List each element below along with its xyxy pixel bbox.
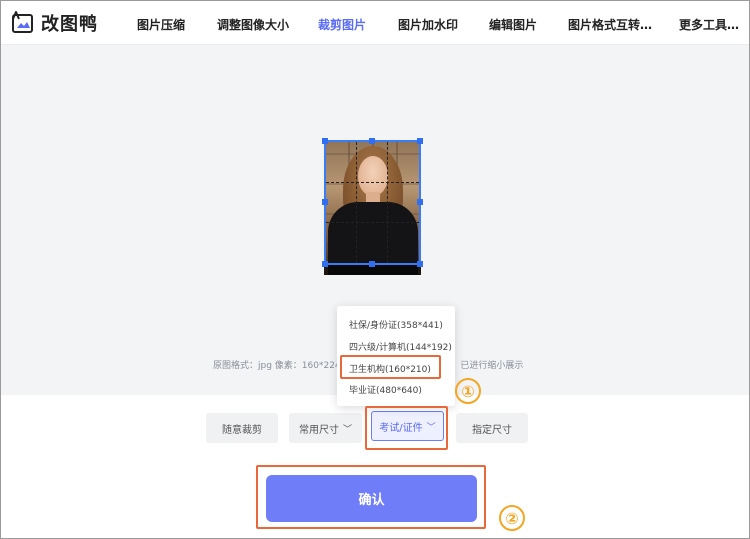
nav-item-watermark[interactable]: 图片加水印 — [398, 16, 458, 33]
crop-grid-line — [326, 182, 419, 183]
nav-item-format-convert[interactable]: 图片格式互转… — [568, 16, 652, 33]
dropdown-item-cet-computer[interactable]: 四六级/计算机(144*192) — [349, 340, 452, 353]
app-name: 改图鸭 — [41, 14, 98, 35]
highlight-health-institution — [340, 355, 441, 379]
crop-handle-bottom-right[interactable] — [417, 261, 423, 267]
nav-item-more-tools[interactable]: 更多工具… — [679, 16, 739, 33]
logo[interactable]: 改图鸭 — [11, 11, 98, 35]
step-1-marker: ① — [455, 378, 481, 404]
nav-item-edit[interactable]: 编辑图片 — [489, 16, 537, 33]
nav-item-crop[interactable]: 裁剪图片 — [318, 16, 366, 33]
crop-handle-left[interactable] — [322, 199, 328, 205]
crop-selection-box[interactable] — [324, 140, 421, 265]
chevron-down-icon: ﹀ — [342, 424, 352, 435]
image-info-text: 原图格式：jpg 像素：160*224 — [213, 361, 341, 371]
crop-grid-line — [326, 222, 419, 223]
crop-handle-top-right[interactable] — [417, 138, 423, 144]
common-size-button[interactable]: 常用尺寸 ﹀ — [289, 413, 362, 443]
top-nav-bar: 改图鸭 图片压缩 调整图像大小 裁剪图片 图片加水印 编辑图片 图片格式互转… … — [1, 1, 749, 45]
free-crop-button[interactable]: 随意裁剪 — [206, 413, 278, 443]
logo-icon — [12, 11, 33, 33]
highlight-exam-id-button — [365, 406, 448, 450]
crop-handle-right[interactable] — [417, 199, 423, 205]
nav-item-compress[interactable]: 图片压缩 — [137, 16, 185, 33]
crop-handle-bottom[interactable] — [369, 261, 375, 267]
highlight-confirm-button — [256, 465, 486, 529]
dropdown-item-social-security-id[interactable]: 社保/身份证(358*441) — [349, 318, 443, 331]
step-2-marker: ② — [499, 505, 525, 531]
crop-handle-bottom-left[interactable] — [322, 261, 328, 267]
custom-size-label: 指定尺寸 — [472, 424, 512, 436]
common-size-label: 常用尺寸 — [298, 424, 339, 436]
crop-grid-line — [356, 142, 357, 263]
nav-item-resize[interactable]: 调整图像大小 — [217, 16, 289, 33]
crop-handle-top-left[interactable] — [322, 138, 328, 144]
crop-preview — [322, 138, 423, 275]
custom-size-button[interactable]: 指定尺寸 — [456, 413, 528, 443]
dropdown-item-graduation-cert[interactable]: 毕业证(480*640) — [349, 383, 422, 396]
crop-handle-top[interactable] — [369, 138, 375, 144]
free-crop-label: 随意裁剪 — [222, 424, 262, 436]
crop-grid-line — [387, 142, 388, 263]
